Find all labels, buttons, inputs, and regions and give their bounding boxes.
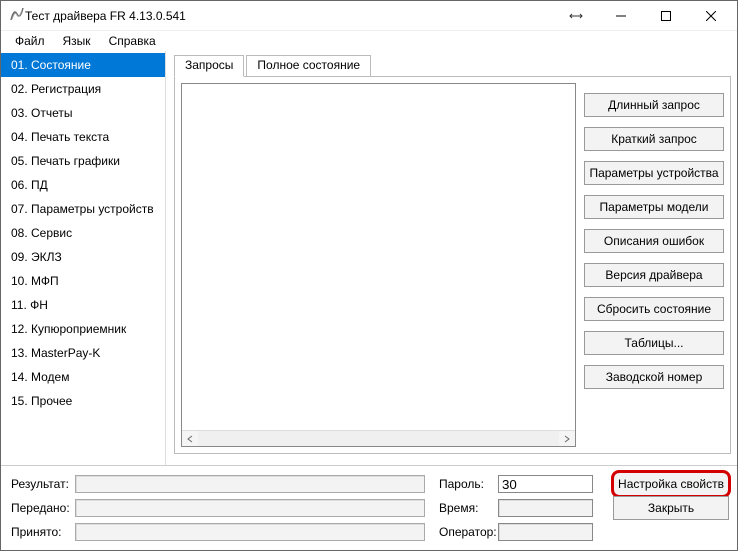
tab-strip: Запросы Полное состояние [174,55,731,77]
result-label: Результат: [11,477,71,491]
error-desc-button[interactable]: Описания ошибок [584,229,724,253]
close-button[interactable] [688,2,733,30]
sent-field [75,499,425,517]
output-textarea[interactable] [181,83,576,447]
horizontal-scrollbar[interactable] [182,430,575,446]
sidebar-item-print-text[interactable]: 04. Печать текста [1,125,165,149]
long-request-button[interactable]: Длинный запрос [584,93,724,117]
result-field [75,475,425,493]
sidebar-item-masterpay[interactable]: 13. MasterPay-K [1,341,165,365]
driver-version-button[interactable]: Версия драйвера [584,263,724,287]
sidebar-item-pd[interactable]: 06. ПД [1,173,165,197]
drag-icon [553,2,598,30]
password-label: Пароль: [439,477,494,491]
tab-requests[interactable]: Запросы [174,55,244,77]
model-params-button[interactable]: Параметры модели [584,195,724,219]
time-label: Время: [439,501,494,515]
tab-full-state[interactable]: Полное состояние [246,55,371,77]
menu-help[interactable]: Справка [101,33,164,49]
app-icon [9,6,25,25]
received-field [75,523,425,541]
menu-language[interactable]: Язык [55,33,99,49]
scroll-track[interactable] [198,431,559,446]
output-text [182,84,575,430]
action-buttons: Длинный запрос Краткий запрос Параметры … [576,83,724,447]
menu-file[interactable]: Файл [7,33,53,49]
operator-field [498,523,593,541]
sidebar-item-other[interactable]: 15. Прочее [1,389,165,413]
sidebar: 01. Состояние 02. Регистрация 03. Отчеты… [1,51,166,465]
sidebar-item-reports[interactable]: 03. Отчеты [1,101,165,125]
scroll-right-icon[interactable] [559,431,575,446]
sent-label: Передано: [11,501,71,515]
sidebar-item-bill-acceptor[interactable]: 12. Купюроприемник [1,317,165,341]
reset-state-button[interactable]: Сбросить состояние [584,297,724,321]
time-field [498,499,593,517]
tables-button[interactable]: Таблицы... [584,331,724,355]
content-area: Запросы Полное состояние Длинный запрос … [166,51,737,465]
menu-bar: Файл Язык Справка [1,31,737,51]
device-params-button[interactable]: Параметры устройства [584,161,724,185]
title-bar: Тест драйвера FR 4.13.0.541 [1,1,737,31]
received-label: Принято: [11,525,71,539]
properties-button[interactable]: Настройка свойств [613,472,729,496]
sidebar-item-print-graphics[interactable]: 05. Печать графики [1,149,165,173]
sidebar-item-registration[interactable]: 02. Регистрация [1,77,165,101]
close-app-button[interactable]: Закрыть [613,496,729,520]
scroll-left-icon[interactable] [182,431,198,446]
short-request-button[interactable]: Краткий запрос [584,127,724,151]
status-panel: Результат: Пароль: Настройка свойств Пер… [1,466,737,548]
window-title: Тест драйвера FR 4.13.0.541 [25,9,553,23]
maximize-button[interactable] [643,2,688,30]
sidebar-item-service[interactable]: 08. Сервис [1,221,165,245]
password-input[interactable] [498,475,593,493]
sidebar-item-fn[interactable]: 11. ФН [1,293,165,317]
main-area: 01. Состояние 02. Регистрация 03. Отчеты… [1,51,737,466]
minimize-button[interactable] [598,2,643,30]
sidebar-item-modem[interactable]: 14. Модем [1,365,165,389]
sidebar-item-state[interactable]: 01. Состояние [1,53,165,77]
operator-label: Оператор: [439,525,494,539]
tab-panel: Длинный запрос Краткий запрос Параметры … [174,76,731,454]
sidebar-item-mfp[interactable]: 10. МФП [1,269,165,293]
sidebar-item-eklz[interactable]: 09. ЭКЛЗ [1,245,165,269]
sidebar-item-device-params[interactable]: 07. Параметры устройств [1,197,165,221]
factory-number-button[interactable]: Заводской номер [584,365,724,389]
